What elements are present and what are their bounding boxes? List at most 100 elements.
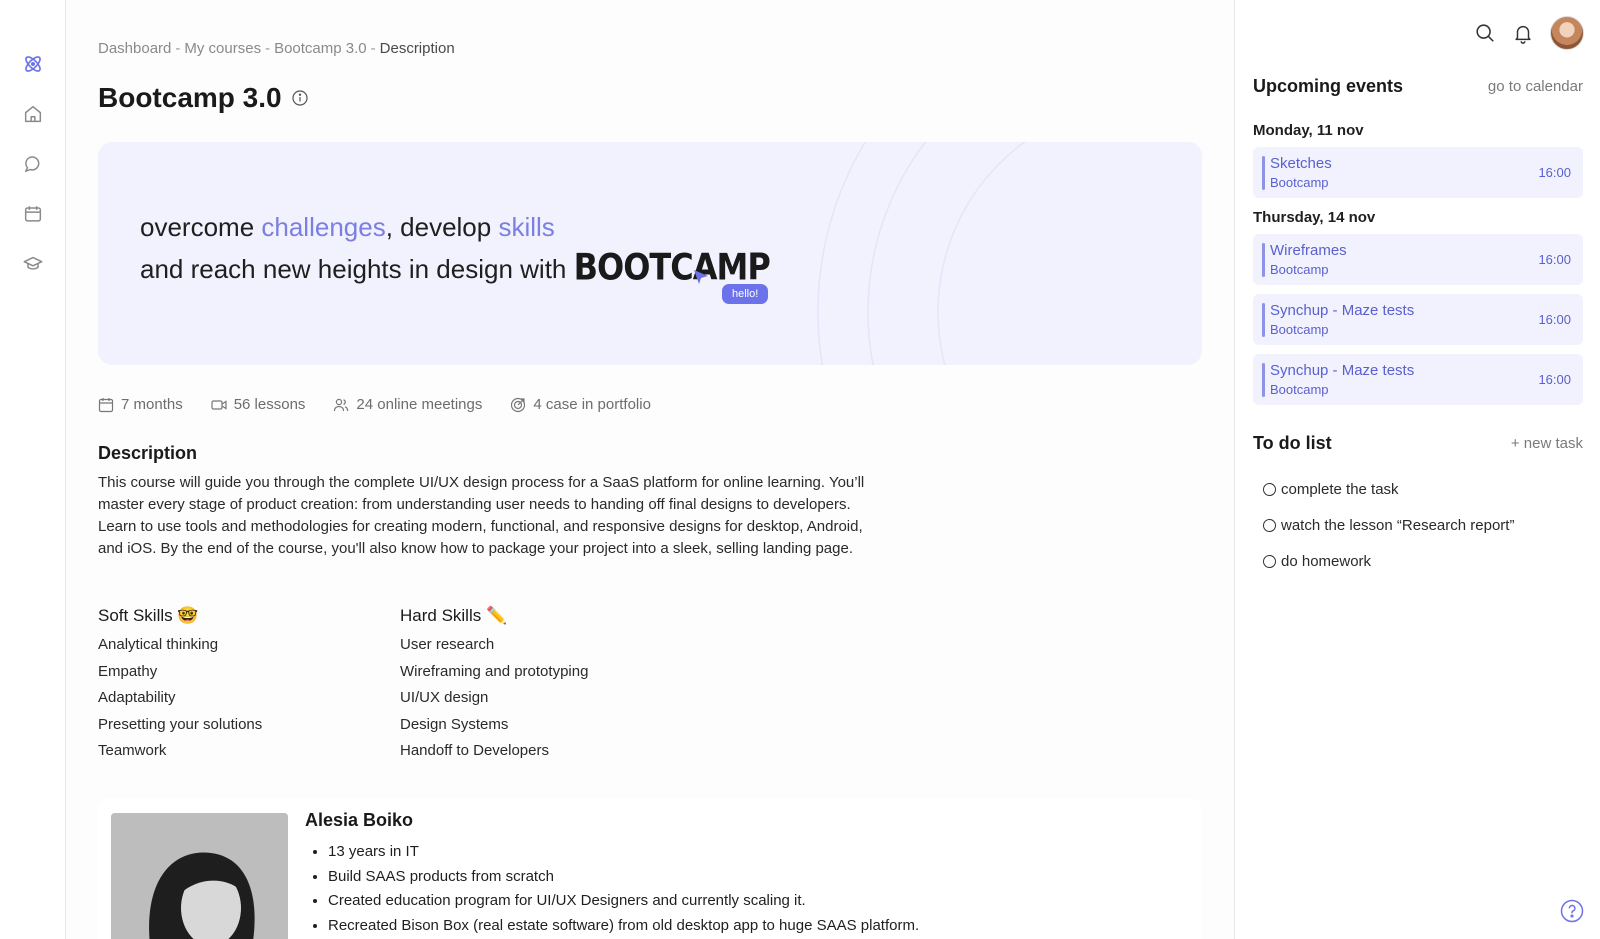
todo-item[interactable]: complete the task — [1263, 481, 1399, 498]
breadcrumb-separator: - — [265, 40, 271, 57]
bell-icon[interactable] — [1512, 22, 1534, 44]
hero-text: and reach new heights in design with — [140, 254, 574, 284]
upcoming-events-header: Upcoming events go to calendar — [1253, 76, 1583, 97]
search-icon[interactable] — [1474, 22, 1496, 44]
target-icon — [511, 397, 526, 412]
hero-text: , develop — [385, 212, 499, 242]
hero-text: overcome — [140, 212, 262, 242]
breadcrumb-bootcamp[interactable]: Bootcamp 3.0 — [274, 40, 367, 57]
list-item: Build SAAS products from scratch — [328, 865, 919, 890]
course-hero-banner: overcome challenges, develop skills and … — [98, 142, 1202, 365]
list-item: Analytical thinking — [98, 636, 219, 653]
list-item: Handoff to Developers — [400, 742, 549, 759]
event-item[interactable]: Synchup - Maze tests Bootcamp 16:00 — [1253, 354, 1583, 405]
list-item: Teamwork — [98, 742, 167, 759]
event-accent-bar — [1262, 363, 1265, 397]
todo-item[interactable]: do homework — [1263, 553, 1371, 570]
event-accent-bar — [1262, 156, 1265, 190]
main-content: Dashboard - My courses - Bootcamp 3.0 - … — [66, 0, 1234, 939]
hero-accent-skills: skills — [498, 212, 555, 242]
atom-logo-icon[interactable] — [21, 52, 45, 76]
event-name: Sketches — [1270, 155, 1332, 172]
breadcrumb-dashboard[interactable]: Dashboard — [98, 40, 171, 57]
list-item: Wireframing and prototyping — [400, 662, 589, 680]
todo-checkbox[interactable] — [1263, 519, 1276, 532]
go-to-calendar-link[interactable]: go to calendar — [1488, 78, 1583, 95]
todo-checkbox[interactable] — [1263, 483, 1276, 496]
list-item: Created education program for UI/UX Desi… — [328, 889, 919, 914]
todo-label: do homework — [1281, 553, 1372, 570]
calendar-icon — [98, 397, 114, 412]
event-course: Bootcamp — [1270, 382, 1329, 397]
event-item[interactable]: Sketches Bootcamp 16:00 — [1253, 147, 1583, 198]
graduation-cap-icon[interactable] — [21, 252, 45, 276]
stat-label: 56 lessons — [233, 396, 306, 413]
page-title-text: Bootcamp 3.0 — [98, 82, 282, 113]
hello-tag: hello! — [722, 284, 769, 304]
event-name: Wireframes — [1270, 242, 1347, 259]
event-course: Bootcamp — [1270, 262, 1329, 277]
soft-skills-list: Soft Skills 🤓 Analytical thinking Empath… — [98, 606, 262, 765]
info-icon[interactable] — [292, 90, 308, 106]
stat-label: 7 months — [121, 396, 183, 413]
course-stats: 7 months 56 lessons 24 online meetings 4… — [98, 396, 651, 413]
description-text: This course will guide you through the c… — [98, 474, 865, 557]
hero-line-2: and reach new heights in design with BOO… — [140, 245, 771, 289]
hard-skills-list: Hard Skills ✏️ User research Wireframing… — [400, 606, 588, 765]
hero-accent-challenges: challenges — [261, 212, 386, 242]
list-item: Presetting your solutions — [98, 715, 263, 733]
event-course: Bootcamp — [1270, 175, 1329, 190]
stat-label: 4 case in portfolio — [533, 396, 651, 413]
stat-label: 24 online meetings — [356, 396, 483, 413]
soft-skills-heading: Soft Skills 🤓 — [98, 606, 199, 625]
breadcrumb-current: Description — [379, 40, 455, 57]
todo-item[interactable]: watch the lesson “Research report” — [1263, 517, 1514, 534]
stat-portfolio: 4 case in portfolio — [510, 396, 651, 413]
video-icon — [211, 399, 227, 410]
todo-checkbox[interactable] — [1263, 555, 1276, 568]
event-name: Synchup - Maze tests — [1270, 302, 1415, 319]
hero-line-1: overcome challenges, develop skills — [140, 212, 555, 243]
list-item: 13 years in IT — [328, 840, 919, 865]
event-day-label: Monday, 11 nov — [1253, 122, 1364, 139]
mentor-name: Alesia Boiko — [305, 810, 414, 830]
breadcrumb-separator: - — [370, 40, 376, 57]
users-icon — [334, 398, 349, 411]
right-panel: Upcoming events go to calendar Monday, 1… — [1234, 0, 1600, 939]
event-item[interactable]: Synchup - Maze tests Bootcamp 16:00 — [1253, 294, 1583, 345]
event-accent-bar — [1262, 303, 1265, 337]
event-accent-bar — [1262, 243, 1265, 277]
breadcrumb: Dashboard - My courses - Bootcamp 3.0 - … — [98, 40, 455, 57]
list-item: Empathy — [98, 662, 158, 680]
list-item: User research — [400, 636, 495, 653]
list-item: UI/UX design — [400, 689, 489, 706]
stat-meetings: 24 online meetings — [333, 396, 482, 413]
mentor-photo — [111, 813, 288, 939]
event-day-label: Thursday, 14 nov — [1253, 209, 1376, 226]
list-item: Recreated Bison Box (real estate softwar… — [328, 914, 919, 939]
todo-heading: To do list — [1253, 433, 1332, 453]
top-toolbar — [1474, 16, 1584, 50]
breadcrumb-separator: - — [175, 40, 181, 57]
upcoming-events-heading: Upcoming events — [1253, 76, 1404, 96]
todo-header: To do list + new task — [1253, 433, 1583, 454]
new-task-button[interactable]: + new task — [1511, 435, 1583, 452]
avatar[interactable] — [1550, 16, 1584, 50]
hard-skills-heading: Hard Skills ✏️ — [400, 606, 508, 625]
event-time: 16:00 — [1538, 312, 1571, 327]
calendar-nav-icon[interactable] — [21, 202, 45, 226]
breadcrumb-my-courses[interactable]: My courses — [184, 40, 261, 57]
bootcamp-brand: BOOTCAMP — [573, 245, 771, 289]
todo-label: watch the lesson “Research report” — [1281, 517, 1515, 534]
home-icon[interactable] — [21, 102, 45, 126]
chat-icon[interactable] — [21, 152, 45, 176]
cursor-arrow-icon — [694, 270, 708, 284]
event-item[interactable]: Wireframes Bootcamp 16:00 — [1253, 234, 1583, 285]
event-time: 16:00 — [1538, 372, 1571, 387]
event-course: Bootcamp — [1270, 322, 1329, 337]
help-icon[interactable] — [1560, 899, 1584, 923]
mentor-card: Alesia Boiko 13 years in IT Build SAAS p… — [98, 798, 1202, 939]
stat-duration: 7 months — [98, 396, 183, 413]
list-item: Adaptability — [98, 689, 176, 706]
list-item: Design Systems — [400, 715, 509, 733]
